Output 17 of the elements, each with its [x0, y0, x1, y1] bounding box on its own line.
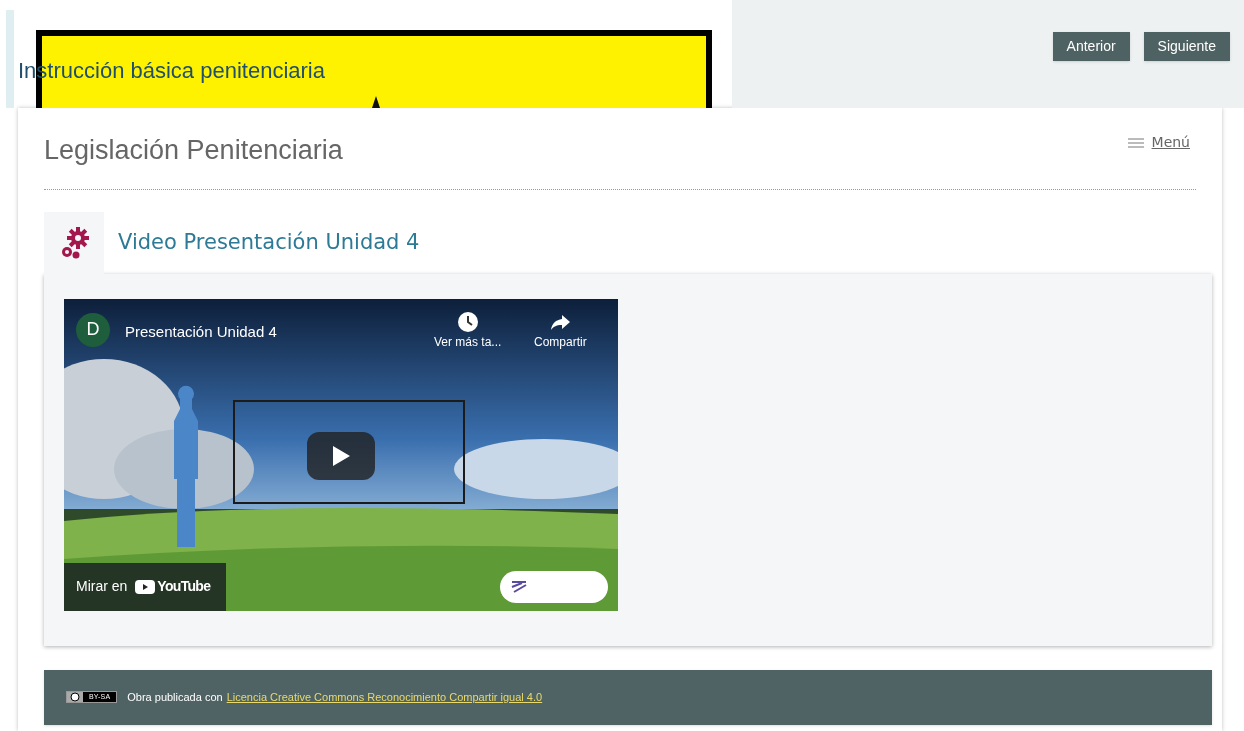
section-title: Video Presentación Unidad 4 [118, 228, 420, 256]
watch-on-youtube-link[interactable]: Mirar en YouTube [64, 562, 226, 611]
play-icon [331, 444, 351, 467]
footer-text: Obra publicada con [127, 689, 223, 705]
menu-link[interactable]: Menú [1127, 132, 1190, 153]
share-button[interactable]: Compartir [534, 310, 587, 351]
play-button[interactable] [307, 431, 375, 480]
next-button[interactable]: Siguiente [1143, 32, 1230, 61]
logo-icon [510, 578, 528, 595]
page-title: Legislación Penitenciaria [44, 134, 343, 167]
clock-icon [456, 310, 479, 333]
watch-later-button[interactable]: Ver más ta... [434, 310, 502, 351]
video-title[interactable]: Presentación Unidad 4 [125, 320, 277, 343]
previous-button[interactable]: Anterior [1052, 32, 1130, 61]
menu-icon [1127, 137, 1144, 148]
license-link[interactable]: Licencia Creative Commons Reconocimiento Compartir igual 4.0 [226, 688, 543, 706]
play-icon [135, 579, 156, 594]
